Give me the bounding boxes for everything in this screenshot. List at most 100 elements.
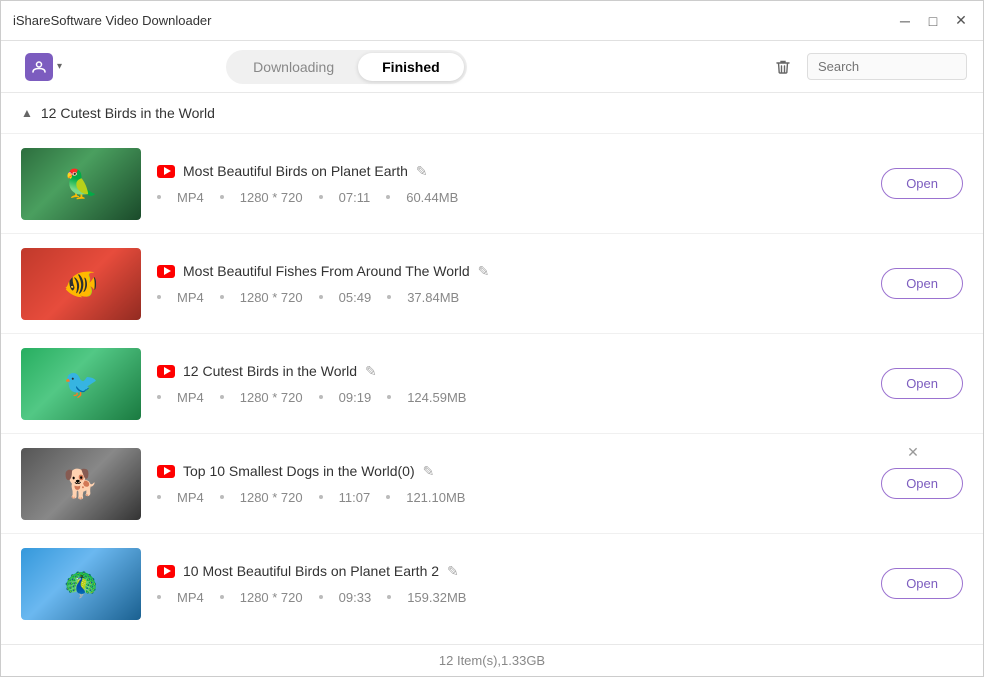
video-item: 10 Most Beautiful Birds on Planet Earth … bbox=[1, 533, 983, 633]
meta-dot bbox=[220, 295, 224, 299]
open-button[interactable]: Open bbox=[881, 268, 963, 299]
video-meta: MP4 1280 * 720 05:49 37.84MB bbox=[157, 290, 865, 305]
delete-button[interactable] bbox=[767, 51, 799, 83]
video-title: Top 10 Smallest Dogs in the World(0) bbox=[183, 463, 415, 479]
toolbar-right bbox=[767, 51, 967, 83]
video-resolution: 1280 * 720 bbox=[240, 590, 303, 605]
video-title: Most Beautiful Fishes From Around The Wo… bbox=[183, 263, 470, 279]
meta-dot bbox=[157, 195, 161, 199]
video-format: MP4 bbox=[177, 490, 204, 505]
video-item: Most Beautiful Fishes From Around The Wo… bbox=[1, 233, 983, 333]
video-resolution: 1280 * 720 bbox=[240, 190, 303, 205]
search-input[interactable] bbox=[807, 53, 967, 80]
video-size: 124.59MB bbox=[407, 390, 466, 405]
maximize-button[interactable]: □ bbox=[923, 11, 943, 31]
video-thumbnail bbox=[21, 548, 141, 620]
meta-dot bbox=[386, 495, 390, 499]
video-meta: MP4 1280 * 720 11:07 121.10MB bbox=[157, 490, 865, 505]
video-meta: MP4 1280 * 720 09:19 124.59MB bbox=[157, 390, 865, 405]
meta-dot bbox=[319, 395, 323, 399]
meta-dot bbox=[319, 595, 323, 599]
tab-finished[interactable]: Finished bbox=[358, 53, 464, 81]
video-title: 12 Cutest Birds in the World bbox=[183, 363, 357, 379]
video-title: 10 Most Beautiful Birds on Planet Earth … bbox=[183, 563, 439, 579]
group-header[interactable]: ▲ 12 Cutest Birds in the World bbox=[1, 93, 983, 133]
open-button[interactable]: Open bbox=[881, 368, 963, 399]
close-button[interactable]: ✕ bbox=[951, 11, 971, 31]
video-duration: 05:49 bbox=[339, 290, 372, 305]
open-button[interactable]: Open bbox=[881, 468, 963, 499]
edit-icon[interactable]: ✎ bbox=[478, 263, 490, 280]
video-thumbnail bbox=[21, 248, 141, 320]
meta-dot bbox=[319, 495, 323, 499]
video-title-row: Most Beautiful Fishes From Around The Wo… bbox=[157, 263, 865, 280]
video-thumbnail bbox=[21, 148, 141, 220]
meta-dot bbox=[220, 495, 224, 499]
open-button[interactable]: Open bbox=[881, 168, 963, 199]
video-title-row: Most Beautiful Birds on Planet Earth ✎ bbox=[157, 163, 865, 180]
video-duration: 11:07 bbox=[339, 490, 371, 505]
tab-downloading[interactable]: Downloading bbox=[229, 53, 358, 81]
meta-dot bbox=[157, 595, 161, 599]
youtube-icon bbox=[157, 565, 175, 578]
video-title-row: 12 Cutest Birds in the World ✎ bbox=[157, 363, 865, 380]
video-item: Most Beautiful Birds on Planet Earth ✎ M… bbox=[1, 133, 983, 233]
video-meta: MP4 1280 * 720 09:33 159.32MB bbox=[157, 590, 865, 605]
app-title: iShareSoftware Video Downloader bbox=[13, 13, 212, 28]
video-info: Top 10 Smallest Dogs in the World(0) ✎ M… bbox=[157, 463, 865, 505]
content-area: ▲ 12 Cutest Birds in the World Most Beau… bbox=[1, 93, 983, 644]
video-size: 37.84MB bbox=[407, 290, 459, 305]
video-format: MP4 bbox=[177, 190, 204, 205]
video-info: 12 Cutest Birds in the World ✎ MP4 1280 … bbox=[157, 363, 865, 405]
youtube-icon bbox=[157, 465, 175, 478]
open-button[interactable]: Open bbox=[881, 568, 963, 599]
video-resolution: 1280 * 720 bbox=[240, 490, 303, 505]
youtube-icon bbox=[157, 165, 175, 178]
edit-icon[interactable]: ✎ bbox=[423, 463, 435, 480]
meta-dot bbox=[387, 395, 391, 399]
video-format: MP4 bbox=[177, 390, 204, 405]
video-info: 10 Most Beautiful Birds on Planet Earth … bbox=[157, 563, 865, 605]
meta-dot bbox=[220, 595, 224, 599]
video-duration: 09:19 bbox=[339, 390, 372, 405]
meta-dot bbox=[220, 395, 224, 399]
video-resolution: 1280 * 720 bbox=[240, 390, 303, 405]
video-title-row: Top 10 Smallest Dogs in the World(0) ✎ bbox=[157, 463, 865, 480]
video-thumbnail bbox=[21, 348, 141, 420]
edit-icon[interactable]: ✎ bbox=[447, 563, 459, 580]
meta-dot bbox=[386, 195, 390, 199]
meta-dot bbox=[157, 395, 161, 399]
youtube-icon bbox=[157, 365, 175, 378]
video-size: 159.32MB bbox=[407, 590, 466, 605]
chevron-down-icon: ▾ bbox=[57, 61, 62, 72]
meta-dot bbox=[157, 495, 161, 499]
video-format: MP4 bbox=[177, 290, 204, 305]
titlebar: iShareSoftware Video Downloader ─ □ ✕ bbox=[1, 1, 983, 41]
video-size: 60.44MB bbox=[406, 190, 458, 205]
video-title: Most Beautiful Birds on Planet Earth bbox=[183, 163, 408, 179]
video-resolution: 1280 * 720 bbox=[240, 290, 303, 305]
video-format: MP4 bbox=[177, 590, 204, 605]
profile-icon bbox=[25, 53, 53, 81]
group-title: 12 Cutest Birds in the World bbox=[41, 105, 215, 121]
video-info: Most Beautiful Fishes From Around The Wo… bbox=[157, 263, 865, 305]
tab-switcher: Downloading Finished bbox=[226, 50, 467, 84]
footer-summary: 12 Item(s),1.33GB bbox=[439, 653, 545, 668]
edit-icon[interactable]: ✎ bbox=[365, 363, 377, 380]
meta-dot bbox=[387, 595, 391, 599]
meta-dot bbox=[157, 295, 161, 299]
edit-icon[interactable]: ✎ bbox=[416, 163, 428, 180]
youtube-icon bbox=[157, 265, 175, 278]
close-item-button[interactable]: ✕ bbox=[903, 442, 923, 462]
footer: 12 Item(s),1.33GB bbox=[1, 644, 983, 676]
video-info: Most Beautiful Birds on Planet Earth ✎ M… bbox=[157, 163, 865, 205]
video-list: Most Beautiful Birds on Planet Earth ✎ M… bbox=[1, 133, 983, 633]
video-duration: 09:33 bbox=[339, 590, 372, 605]
minimize-button[interactable]: ─ bbox=[895, 11, 915, 31]
video-item: Top 10 Smallest Dogs in the World(0) ✎ M… bbox=[1, 433, 983, 533]
profile-button[interactable]: ▾ bbox=[17, 49, 70, 85]
video-meta: MP4 1280 * 720 07:11 60.44MB bbox=[157, 190, 865, 205]
video-title-row: 10 Most Beautiful Birds on Planet Earth … bbox=[157, 563, 865, 580]
meta-dot bbox=[387, 295, 391, 299]
video-size: 121.10MB bbox=[406, 490, 465, 505]
